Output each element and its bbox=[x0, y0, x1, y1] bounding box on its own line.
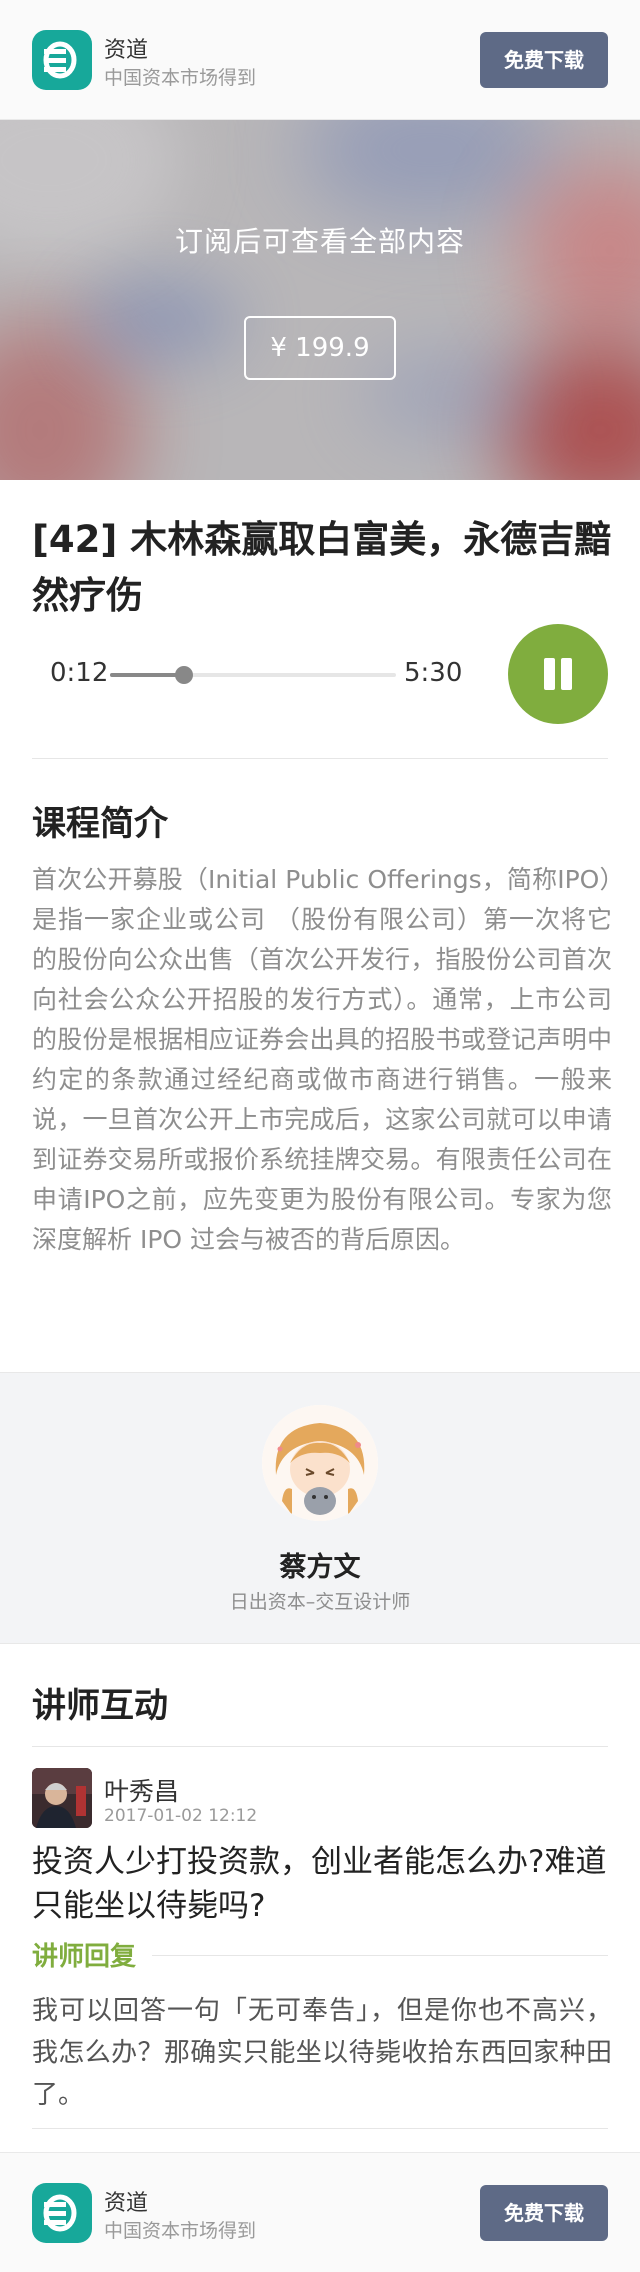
app-tagline: 中国资本市场得到 bbox=[104, 67, 257, 89]
current-time: 0:12 bbox=[50, 658, 109, 688]
user-name: 叶秀昌 bbox=[104, 1777, 180, 1806]
author-card: 蔡方文 日出资本–交互设计师 bbox=[0, 1372, 640, 1644]
progress-handle[interactable] bbox=[175, 666, 194, 684]
subscribe-message: 订阅后可查看全部内容 bbox=[174, 225, 465, 258]
app-logo-icon bbox=[32, 2183, 92, 2243]
progress-slider[interactable] bbox=[110, 666, 396, 684]
app-tagline: 中国资本市场得到 bbox=[104, 2220, 257, 2242]
bottom-app-banner: 资道 中国资本市场得到 免费下载 bbox=[0, 2152, 640, 2272]
divider bbox=[32, 1746, 608, 1747]
app-name: 资道 bbox=[104, 38, 149, 63]
top-app-banner: 资道 中国资本市场得到 免费下载 bbox=[0, 0, 640, 120]
download-button[interactable]: 免费下载 bbox=[480, 2185, 608, 2241]
author-avatar bbox=[262, 1405, 378, 1521]
post-timestamp: 2017-01-02 12:12 bbox=[104, 1806, 258, 1826]
paywall-cover: 订阅后可查看全部内容 ¥ 199.9 bbox=[0, 120, 640, 480]
author-name: 蔡方文 bbox=[279, 1552, 361, 1583]
divider bbox=[152, 1955, 608, 1956]
price-button[interactable]: ¥ 199.9 bbox=[244, 316, 396, 380]
course-intro-text: 首次公开募股（Initial Public Offerings，简称IPO）是指… bbox=[32, 865, 612, 1254]
interaction-heading: 讲师互动 bbox=[32, 1686, 168, 1726]
app-logo-icon bbox=[32, 30, 92, 90]
pause-button[interactable] bbox=[508, 624, 608, 724]
instructor-reply-text: 我可以回答一句「无可奉告」，但是你也不高兴，我怎么办？那确实只能坐以待毙收拾东西… bbox=[32, 1996, 612, 2110]
user-avatar bbox=[32, 1768, 92, 1828]
download-button[interactable]: 免费下载 bbox=[480, 32, 608, 88]
instructor-reply-label: 讲师回复 bbox=[32, 1942, 137, 1972]
app-name: 资道 bbox=[104, 2191, 149, 2216]
lesson-title: [42] 木林森赢取白富美，永德吉黯然疗伤 bbox=[32, 518, 612, 617]
author-role: 日出资本–交互设计师 bbox=[229, 1591, 411, 1613]
divider bbox=[32, 2128, 608, 2129]
duration: 5:30 bbox=[404, 658, 463, 688]
course-intro-heading: 课程简介 bbox=[32, 804, 168, 844]
divider bbox=[32, 758, 608, 759]
user-question: 投资人少打投资款，创业者能怎么办?难道只能坐以待毙吗? bbox=[32, 1844, 607, 1924]
progress-fill bbox=[110, 673, 185, 677]
